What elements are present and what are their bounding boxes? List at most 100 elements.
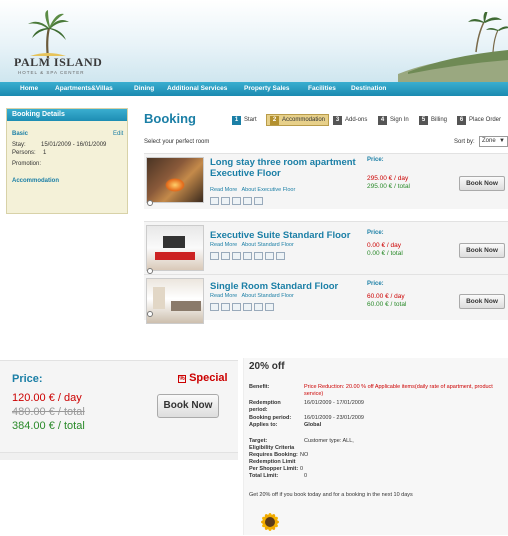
book-now-button[interactable]: Book Now (459, 176, 505, 191)
tv-icon (221, 252, 230, 260)
room-links: Read More About Executive Floor (210, 187, 295, 193)
persons-value: 1 (43, 150, 47, 156)
booking-details-panel: Booking Details Basic Edit Stay: 15/01/2… (6, 108, 128, 214)
price-total: 295.00 € / total (367, 183, 411, 190)
read-more-link[interactable]: Read More (210, 187, 237, 193)
room-photo[interactable] (146, 157, 204, 203)
price-original-total: 480.00 € / total (12, 406, 85, 418)
requires-booking-value: NO (300, 452, 309, 458)
promotion-label: Promotion: (12, 161, 42, 167)
about-floor-link[interactable]: About Standard Floor (242, 293, 294, 299)
guests-icon (221, 303, 230, 311)
bath-icon (221, 197, 230, 205)
step-place-order[interactable]: 6 Place Order (457, 114, 501, 126)
book-now-button[interactable]: Book Now (157, 394, 219, 418)
room-links: Read More About Standard Floor (210, 293, 294, 299)
redemption-period-label: Redemption period: (249, 400, 281, 413)
special-offer-link[interactable]: % Special (178, 372, 228, 384)
zoom-icon[interactable] (147, 200, 153, 206)
benefit-value: Price Reduction: 20.00 % off Applicable … (304, 384, 493, 397)
nav-item-apartments[interactable]: Apartments&Villas (55, 85, 113, 92)
step-number: 1 (232, 115, 241, 125)
amenity-icons (210, 252, 285, 260)
step-label: Add-ons (345, 117, 368, 123)
about-floor-link[interactable]: About Executive Floor (242, 187, 296, 193)
applies-to-value: Global (304, 422, 322, 428)
zoom-icon[interactable] (147, 311, 153, 317)
step-billing[interactable]: 5 Billing (419, 114, 447, 126)
booking-details-heading: Booking Details (7, 109, 127, 121)
promotion-note: Get 20% off if you book today and for a … (249, 492, 413, 498)
room-name[interactable]: Long stay three room apartment Executive… (210, 157, 360, 179)
divider (0, 452, 238, 460)
home-icon (210, 252, 219, 260)
nav-item-additional-services[interactable]: Additional Services (167, 85, 227, 92)
step-number: 3 (333, 115, 342, 125)
step-add-ons[interactable]: 3 Add-ons (333, 114, 367, 126)
price-per-day: 120.00 € / day (12, 392, 82, 404)
book-now-button[interactable]: Book Now (459, 294, 505, 309)
step-number: 6 (457, 115, 466, 125)
read-more-link[interactable]: Read More (210, 293, 237, 299)
step-sign-in[interactable]: 4 Sign In (378, 114, 409, 126)
promotion-details-panel: 20% off Benefit: Price Reduction: 20.00 … (243, 358, 508, 535)
nav-item-destination[interactable]: Destination (351, 85, 386, 92)
per-shopper-limit-value: 0 (300, 466, 304, 472)
basic-section-label: Basic (12, 131, 29, 137)
redemption-limit-label: Redemption Limit (249, 459, 296, 465)
brand-title[interactable]: PALM ISLAND (14, 55, 102, 70)
room-links: Read More About Standard Floor (210, 242, 294, 248)
price-detail-panel: Price: % Special 120.00 € / day 480.00 €… (0, 360, 238, 452)
home-icon (210, 197, 219, 205)
book-now-button[interactable]: Book Now (459, 243, 505, 258)
step-label: Place Order (469, 117, 502, 123)
safe-icon (243, 303, 252, 311)
wifi-icon (276, 252, 285, 260)
nav-item-dining[interactable]: Dining (134, 85, 154, 92)
eligibility-label: Eligibility Criteria (249, 445, 295, 451)
benefit-label: Benefit: (249, 384, 270, 390)
sort-label: Sort by: (454, 139, 475, 145)
nav-item-home[interactable]: Home (20, 85, 38, 92)
edit-link[interactable]: Edit (113, 131, 123, 137)
nav-item-facilities[interactable]: Facilities (308, 85, 336, 92)
stay-label: Stay: (12, 142, 26, 148)
safe-icon (243, 197, 252, 205)
step-start[interactable]: 1 Start (232, 114, 257, 126)
read-more-link[interactable]: Read More (210, 242, 237, 248)
minibar-icon (254, 303, 263, 311)
room-name[interactable]: Single Room Standard Floor (210, 281, 370, 292)
step-number: 5 (419, 115, 428, 125)
amenity-icons (210, 303, 274, 311)
room-card: Single Room Standard Floor Read More Abo… (144, 274, 508, 324)
sort-select[interactable]: Zone ▼ (479, 136, 508, 147)
step-label: Start (244, 117, 257, 123)
room-photo[interactable] (146, 278, 204, 324)
promotion-title: 20% off (249, 361, 285, 372)
room-card: Executive Suite Standard Floor Read More… (144, 221, 508, 277)
about-floor-link[interactable]: About Standard Floor (242, 242, 294, 248)
step-label: Billing (431, 117, 448, 123)
chevron-down-icon: ▼ (499, 138, 505, 144)
price-label: Price: (12, 373, 43, 385)
redemption-period-value: 16/01/2009 - 17/01/2009 (304, 400, 364, 406)
sunflower-image (261, 513, 279, 531)
price-per-day: 295.00 € / day (367, 175, 409, 182)
per-shopper-limit-label: Per Shopper Limit: (249, 466, 299, 472)
guests-icon (232, 252, 241, 260)
page-title: Booking (144, 111, 196, 126)
nav-item-property-sales[interactable]: Property Sales (244, 85, 290, 92)
key-icon (232, 303, 241, 311)
guests-icon (254, 197, 263, 205)
room-photo[interactable] (146, 225, 204, 271)
room-select-hint: Select your perfect room (144, 139, 210, 145)
wifi-icon (265, 303, 274, 311)
step-accommodation[interactable]: 2 Accommodation (266, 114, 330, 126)
target-label: Target: (249, 438, 268, 444)
main-nav: Home Apartments&Villas Dining Additional… (0, 82, 508, 96)
room-name[interactable]: Executive Suite Standard Floor (210, 230, 370, 241)
requires-booking-label: Requires Booking: (249, 452, 298, 458)
price-total: 0.00 € / total (367, 250, 403, 257)
booking-period-value: 16/01/2009 - 23/01/2009 (304, 415, 364, 421)
minibar-icon (265, 252, 274, 260)
